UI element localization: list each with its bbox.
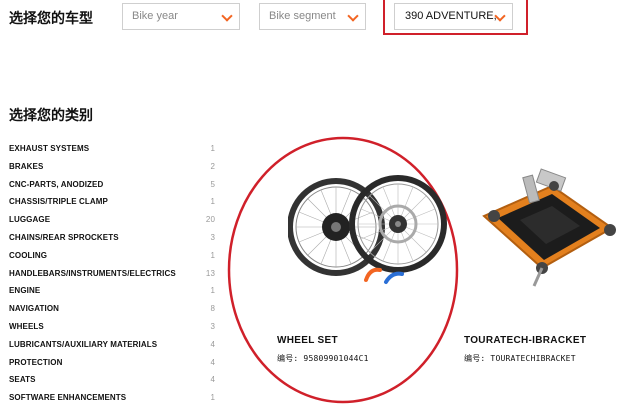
category-list: EXHAUST SYSTEMS 1 BRAKES 2 CNC-PARTS, AN… bbox=[9, 142, 215, 409]
category-count: 4 bbox=[210, 357, 215, 367]
category-count: 1 bbox=[210, 393, 215, 403]
category-item-wheels[interactable]: WHEELS 3 bbox=[9, 320, 215, 338]
category-count: 20 bbox=[205, 215, 215, 225]
category-count: 3 bbox=[210, 321, 215, 331]
model-heading: 选择您的车型 bbox=[9, 10, 93, 26]
category-label: EXHAUST SYSTEMS bbox=[9, 144, 90, 153]
product-title-wheel-set[interactable]: WHEEL SET bbox=[277, 335, 338, 346]
product-title-touratech[interactable]: TOURATECH-IBRACKET bbox=[464, 335, 586, 346]
category-item-luggage[interactable]: LUGGAGE 20 bbox=[9, 213, 215, 231]
category-item-chains[interactable]: CHAINS/REAR SPROCKETS 3 bbox=[9, 231, 215, 249]
category-count: 13 bbox=[205, 268, 215, 278]
category-label: BRAKES bbox=[9, 161, 44, 171]
category-item-cnc-parts[interactable]: CNC-PARTS, ANODIZED 5 bbox=[9, 178, 215, 196]
category-label: LUBRICANTS/AUXILIARY MATERIALS bbox=[9, 339, 158, 349]
category-label: NAVIGATION bbox=[9, 304, 60, 314]
category-count: 4 bbox=[210, 375, 215, 385]
product-number-wheel-set: 编号: 95809901044C1 bbox=[277, 354, 369, 363]
category-count: 5 bbox=[210, 179, 215, 189]
category-item-chassis[interactable]: CHASSIS/TRIPLE CLAMP 1 bbox=[9, 195, 215, 213]
category-count: 8 bbox=[210, 304, 215, 314]
category-label: SEATS bbox=[9, 375, 36, 385]
bike-model-select[interactable]: 390 ADVENTURE, on bbox=[394, 3, 513, 30]
category-item-protection[interactable]: PROTECTION 4 bbox=[9, 356, 215, 374]
wheel-set-image[interactable] bbox=[288, 172, 448, 292]
category-label: CHAINS/REAR SPROCKETS bbox=[9, 232, 119, 242]
category-item-lubricants[interactable]: LUBRICANTS/AUXILIARY MATERIALS 4 bbox=[9, 338, 215, 356]
category-count: 2 bbox=[210, 161, 215, 171]
category-label: HANDLEBARS/INSTRUMENTS/ELECTRICS bbox=[9, 268, 176, 278]
category-count: 4 bbox=[210, 339, 215, 349]
category-count: 1 bbox=[210, 197, 215, 207]
touratech-bracket-image[interactable] bbox=[472, 168, 622, 293]
category-count: 1 bbox=[210, 250, 215, 260]
category-label: ENGINE bbox=[9, 286, 41, 296]
category-heading: 选择您的类别 bbox=[9, 107, 93, 123]
bike-year-select[interactable]: Bike year bbox=[122, 3, 240, 30]
category-label: CHASSIS/TRIPLE CLAMP bbox=[9, 197, 108, 207]
category-item-software[interactable]: SOFTWARE ENHANCEMENTS 1 bbox=[9, 391, 215, 409]
category-label: PROTECTION bbox=[9, 357, 63, 367]
category-label: WHEELS bbox=[9, 321, 44, 331]
category-label: LUGGAGE bbox=[9, 215, 51, 225]
category-item-navigation[interactable]: NAVIGATION 8 bbox=[9, 302, 215, 320]
category-item-cooling[interactable]: COOLING 1 bbox=[9, 249, 215, 267]
category-label: CNC-PARTS, ANODIZED bbox=[9, 179, 104, 189]
bike-model-value: 390 ADVENTURE, on bbox=[405, 10, 497, 22]
category-label: COOLING bbox=[9, 250, 48, 260]
category-count: 3 bbox=[210, 232, 215, 242]
category-item-seats[interactable]: SEATS 4 bbox=[9, 373, 215, 391]
category-item-exhaust-systems[interactable]: EXHAUST SYSTEMS 1 bbox=[9, 142, 215, 160]
category-item-brakes[interactable]: BRAKES 2 bbox=[9, 160, 215, 178]
category-count: 1 bbox=[210, 286, 215, 296]
bike-segment-select[interactable]: Bike segment bbox=[259, 3, 366, 30]
category-count: 1 bbox=[210, 144, 215, 153]
category-label: SOFTWARE ENHANCEMENTS bbox=[9, 393, 127, 403]
category-item-engine[interactable]: ENGINE 1 bbox=[9, 284, 215, 302]
category-item-handlebars[interactable]: HANDLEBARS/INSTRUMENTS/ELECTRICS 13 bbox=[9, 267, 215, 285]
product-number-touratech: 编号: TOURATECHIBRACKET bbox=[464, 354, 576, 363]
